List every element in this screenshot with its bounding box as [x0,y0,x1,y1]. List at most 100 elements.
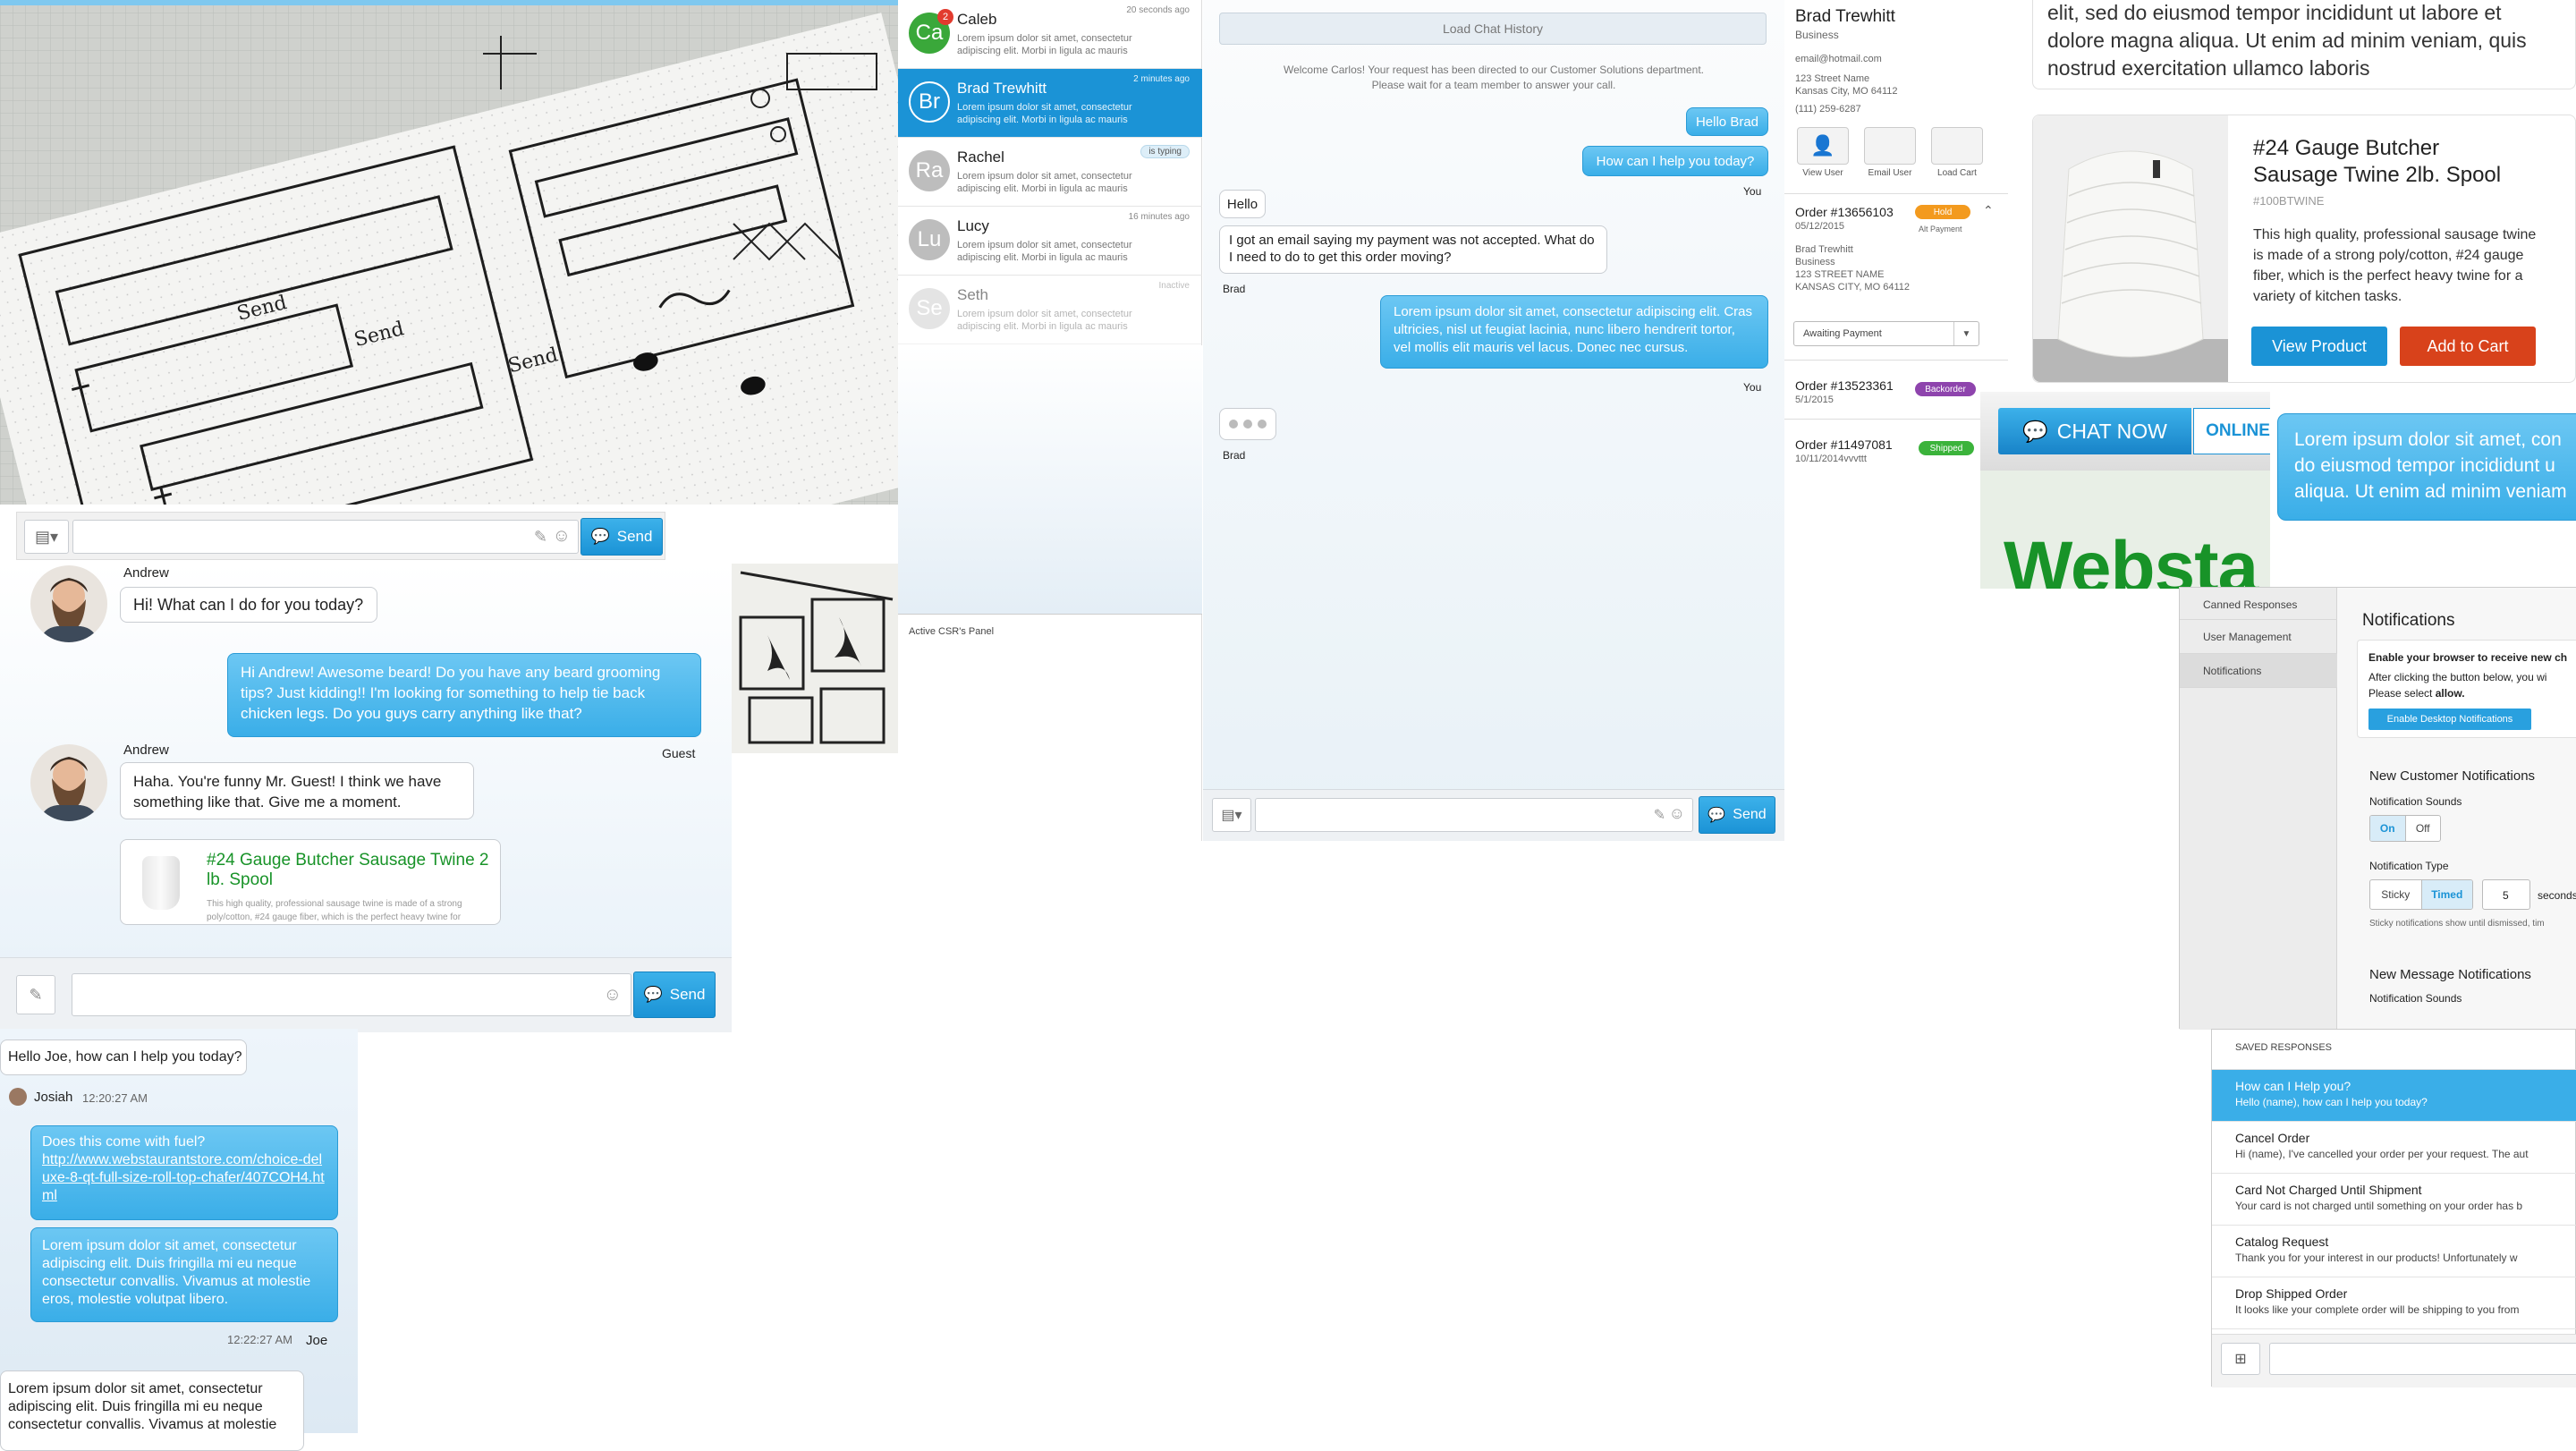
csr-item-lucy[interactable]: Lu Lucy 16 minutes ago Lorem ipsum dolor… [898,207,1202,276]
field-label: Notification Sounds [2369,795,2462,808]
chat-bubble-icon: 💬 [590,528,610,545]
seconds-input[interactable]: 5 [2482,879,2530,910]
saved-response-item[interactable]: Cancel Order Hi (name), I've cancelled y… [2212,1122,2576,1174]
active-csr-panel: Ca 2 Caleb 20 seconds ago Lorem ipsum do… [898,0,1202,841]
sketch-composer: ▤▾ ✎ ☺ 💬 Send [16,512,665,560]
view-product-button[interactable]: View Product [2251,327,2387,366]
order-row[interactable]: Order #11497081 10/11/2014vvvttt Shipped [1784,419,2008,483]
toggle-timed[interactable]: Timed [2421,880,2472,909]
email-user-button[interactable]: Email User [1864,127,1916,181]
chat-bubble-icon: 💬 [643,986,663,1003]
saved-response-item[interactable]: Catalog Request Thank you for your inter… [2212,1226,2576,1277]
message-time: 12:20:27 AM [82,1091,148,1105]
avatar: Se [909,288,950,329]
attach-menu-button[interactable]: ▤▾ [24,520,69,554]
chat-now-button[interactable]: 💬 CHAT NOW [1998,408,2191,454]
paperclip-icon[interactable]: ✎ [534,528,547,547]
nav-notifications[interactable]: Notifications [2180,654,2337,688]
status-badge: Shipped [1919,441,1974,455]
emoji-icon[interactable]: ☺ [553,526,571,547]
load-history-button[interactable]: Load Chat History [1219,13,1767,45]
main-chat-window: Load Chat History Welcome Carlos! Your r… [1203,0,1784,841]
guest-chat-window: Andrew Hi! What can I do for you today? … [0,564,732,1032]
typing-badge: is typing [1140,145,1190,158]
teaser-bubble[interactable]: Lorem ipsum dolor sit amet, con do eiusm… [2277,413,2576,521]
email-icon [1864,127,1916,165]
csr-item-rachel[interactable]: Ra Rachel is typing Lorem ipsum dolor si… [898,138,1202,207]
product-link[interactable]: http://www.webstaurantstore.com/choice-d… [42,1151,326,1205]
section-heading: New Message Notifications [2369,967,2531,982]
product-link[interactable]: #24 Gauge Butcher Sausage Twine 2 lb. Sp… [207,851,493,890]
toggle-on[interactable]: On [2370,816,2406,841]
twine-spool-thumbnail [142,856,180,910]
product-card[interactable]: #24 Gauge Butcher Sausage Twine 2 lb. Sp… [120,839,501,925]
csr-name: Rachel [957,148,1004,165]
paperclip-icon[interactable]: ✎ [1654,806,1665,824]
emoji-icon[interactable]: ☺ [1669,804,1685,823]
insert-response-button[interactable]: ⊞ [2221,1343,2260,1375]
nav-canned-responses[interactable]: Canned Responses [2180,588,2337,620]
order-date: 10/11/2014vvvttt [1795,454,1867,464]
customer-email: email@hotmail.com [1795,54,1882,64]
product-title[interactable]: #24 Gauge Butcher Sausage Twine 2lb. Spo… [2253,135,2512,189]
sender-label: Guest [662,746,696,760]
type-toggle[interactable]: Sticky Timed [2369,879,2473,910]
message-input[interactable]: ✎ ☺ [1255,798,1693,832]
customer-phone: (111) 259-6287 [1795,104,1861,115]
text-card: elit, sed do eiusmod tempor incididunt u… [2032,0,2576,89]
product-sku: #100BTWINE [2253,194,2325,208]
send-button[interactable]: 💬 Send [633,972,716,1018]
message-input[interactable]: ☺ [72,973,631,1016]
response-input[interactable] [2269,1343,2576,1375]
agent-name: Andrew [123,742,169,758]
status-badge: Hold [1915,205,1970,219]
webstaurant-logo: Websta [2004,527,2258,589]
chevron-up-icon[interactable]: ⌃ [1983,203,1994,218]
chevron-down-icon: ▼ [1953,322,1979,345]
user-icon: 👤 [1797,127,1849,165]
toggle-sticky[interactable]: Sticky [2370,880,2422,909]
online-status: ONLINE [2193,408,2270,454]
csr-name: Lucy [957,217,989,234]
view-user-button[interactable]: 👤 View User [1797,127,1849,181]
csr-item-caleb[interactable]: Ca 2 Caleb 20 seconds ago Lorem ipsum do… [898,0,1202,69]
bearded-man-avatar [39,578,98,642]
enable-notifications-button[interactable]: Enable Desktop Notifications [2368,709,2531,730]
message-time: 12:22:27 AM [227,1333,292,1346]
load-cart-button[interactable]: Load Cart [1931,127,1983,181]
csr-item-seth[interactable]: Se Seth Inactive Lorem ipsum dolor sit a… [898,276,1202,344]
sketch-message-input[interactable]: ✎ ☺ [72,520,579,554]
saved-response-item[interactable]: Drop Shipped Order It looks like your co… [2212,1277,2576,1329]
message-bubble: Lorem ipsum dolor sit amet, consectetur … [1380,295,1768,369]
avatar [30,565,107,642]
toggle-off[interactable]: Off [2406,816,2441,841]
saved-header: SAVED RESPONSES [2235,1042,2332,1053]
sender-label: You [1743,381,1762,394]
send-button[interactable]: 💬 Send [1699,796,1775,834]
saved-responses-panel: SAVED RESPONSES How can I Help you? Hell… [2211,1029,2576,1387]
page-title: Notifications [2362,611,2455,630]
attach-menu-button[interactable]: ▤▾ [1212,798,1251,832]
customer-info-panel: Brad Trewhitt Business email@hotmail.com… [1784,0,2008,483]
product-description: This high quality, professional sausage … [2253,227,2537,304]
sound-toggle[interactable]: On Off [2369,815,2441,842]
emoji-icon[interactable]: ☺ [604,985,622,1006]
saved-response-item[interactable]: How can I Help you? Hello (name), how ca… [2212,1070,2576,1122]
saved-response-item[interactable]: Card Not Charged Until Shipment Your car… [2212,1174,2576,1226]
attach-button[interactable]: ✎ [16,975,55,1014]
notifications-settings: Canned Responses User Management Notific… [2179,587,2576,1030]
message-bubble: Hi! What can I do for you today? [120,587,377,623]
order-row[interactable]: Order #13523361 5/1/2015 Backorder [1784,360,2008,419]
message-bubble: I got an email saying my payment was not… [1219,225,1607,274]
nav-user-management[interactable]: User Management [2180,620,2337,654]
add-to-cart-button[interactable]: Add to Cart [2400,327,2536,366]
order-status-select[interactable]: Awaiting Payment ▼ [1793,321,1979,346]
order-row[interactable]: Order #13656103 05/12/2015 Hold Alt Paym… [1784,193,2008,360]
sketch-send-button[interactable]: 💬 Send [580,518,663,556]
order-number: Order #13656103 [1795,205,1894,219]
status-sub: Alt Payment [1919,225,1962,233]
chat-bubble-icon: 💬 [1707,808,1726,823]
bearded-man-avatar [39,757,98,821]
sender-label: You [1743,185,1762,198]
csr-item-brad[interactable]: Br Brad Trewhitt 2 minutes ago Lorem ips… [898,69,1202,138]
